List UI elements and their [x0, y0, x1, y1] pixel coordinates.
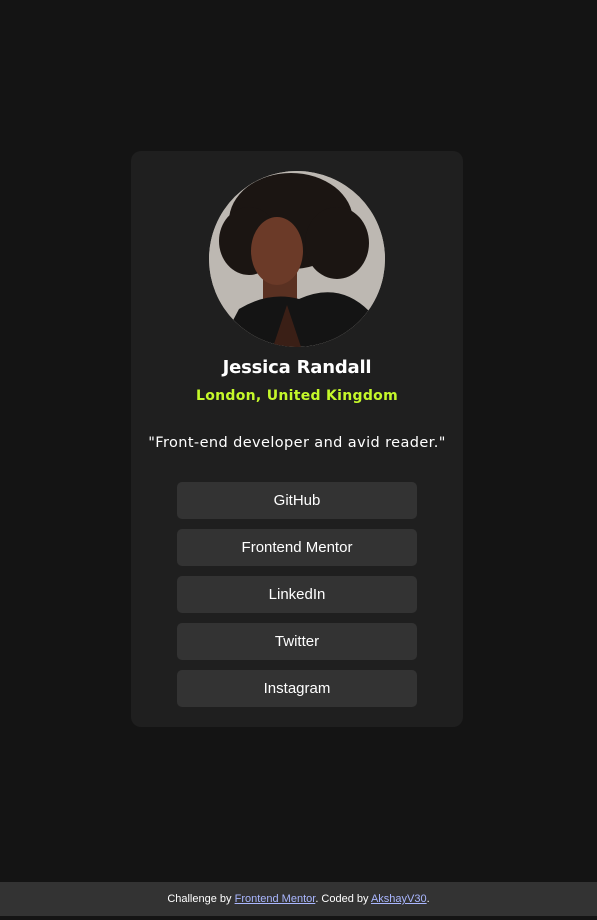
footer-middle: . Coded by: [315, 893, 371, 905]
avatar: [209, 171, 385, 347]
profile-name: Jessica Randall: [222, 357, 372, 378]
page: Jessica Randall London, United Kingdom "…: [0, 0, 597, 920]
instagram-link-button[interactable]: Instagram: [177, 670, 417, 707]
linkedin-link-button[interactable]: LinkedIn: [177, 576, 417, 613]
avatar-image: [209, 171, 385, 347]
frontend-mentor-link-button[interactable]: Frontend Mentor: [177, 529, 417, 566]
social-links: GitHub Frontend Mentor LinkedIn Twitter …: [177, 482, 417, 717]
profile-location: London, United Kingdom: [196, 388, 398, 404]
twitter-link-button[interactable]: Twitter: [177, 623, 417, 660]
author-footer-link[interactable]: AkshayV30: [371, 893, 427, 905]
footer-prefix: Challenge by: [167, 893, 235, 905]
profile-bio: "Front-end developer and avid reader.": [148, 435, 446, 451]
profile-card: Jessica Randall London, United Kingdom "…: [131, 151, 463, 727]
frontend-mentor-footer-link[interactable]: Frontend Mentor: [235, 893, 316, 905]
attribution-footer: Challenge by Frontend Mentor. Coded by A…: [0, 882, 597, 916]
footer-suffix: .: [426, 893, 430, 905]
github-link-button[interactable]: GitHub: [177, 482, 417, 519]
